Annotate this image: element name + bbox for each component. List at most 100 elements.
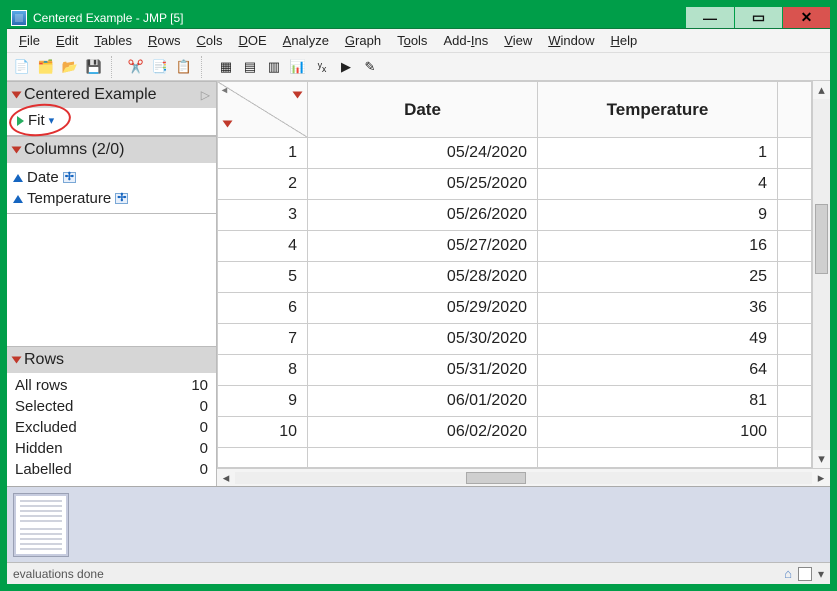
scroll-track[interactable] bbox=[813, 99, 830, 450]
scroll-right-icon[interactable]: ▸ bbox=[812, 470, 830, 486]
menu-addins[interactable]: Add-Ins bbox=[437, 31, 494, 50]
columns-header[interactable]: Columns (2/0) bbox=[7, 137, 216, 163]
rows-labelled[interactable]: Labelled0 bbox=[13, 459, 210, 480]
table-row[interactable]: 205/25/20204 bbox=[218, 169, 812, 200]
scroll-thumb[interactable] bbox=[466, 472, 526, 484]
row-number[interactable]: 7 bbox=[218, 324, 308, 355]
column-property-icon[interactable]: ✢ bbox=[63, 172, 76, 183]
cell-date[interactable]: 05/25/2020 bbox=[308, 169, 538, 200]
cell-temperature[interactable]: 64 bbox=[538, 355, 778, 386]
status-toggle-button[interactable] bbox=[798, 567, 812, 581]
cell-date[interactable]: 05/28/2020 bbox=[308, 262, 538, 293]
tool-open-icon[interactable]: 📂 bbox=[59, 56, 81, 78]
tool-copy-icon[interactable]: 📑 bbox=[149, 56, 171, 78]
close-button[interactable]: ✕ bbox=[782, 7, 830, 28]
table-row[interactable]: 105/24/20201 bbox=[218, 138, 812, 169]
tool-edit-icon[interactable]: ✎ bbox=[359, 56, 381, 78]
cell-temperature[interactable]: 36 bbox=[538, 293, 778, 324]
menu-help[interactable]: Help bbox=[604, 31, 643, 50]
vertical-scrollbar[interactable]: ▴ ▾ bbox=[812, 81, 830, 468]
corner-hotspot-icon[interactable] bbox=[294, 85, 301, 105]
tool-save-icon[interactable]: 💾 bbox=[83, 56, 105, 78]
cell-date[interactable]: 05/27/2020 bbox=[308, 231, 538, 262]
menu-doe[interactable]: DOE bbox=[232, 31, 272, 50]
tool-paste-icon[interactable]: 📋 bbox=[173, 56, 195, 78]
column-item[interactable]: Date ✢ bbox=[13, 167, 210, 188]
cell-date[interactable]: 06/02/2020 bbox=[308, 417, 538, 448]
row-number[interactable]: 2 bbox=[218, 169, 308, 200]
tool-graph-builder-icon[interactable]: ▶ bbox=[335, 56, 357, 78]
tool-new-icon[interactable]: 📄 bbox=[11, 56, 33, 78]
scroll-left-icon[interactable]: ◂ bbox=[217, 470, 235, 486]
cell-temperature[interactable]: 49 bbox=[538, 324, 778, 355]
row-number[interactable]: 5 bbox=[218, 262, 308, 293]
data-grid[interactable]: ◂ Date Temperature 105/24/2020120 bbox=[217, 81, 812, 468]
row-number[interactable]: 10 bbox=[218, 417, 308, 448]
col-header-date[interactable]: Date bbox=[308, 82, 538, 138]
corner-cols-icon[interactable]: ◂ bbox=[222, 85, 227, 96]
hotspot-icon[interactable] bbox=[12, 92, 22, 99]
cell-date[interactable]: 06/01/2020 bbox=[308, 386, 538, 417]
table-row[interactable]: 605/29/202036 bbox=[218, 293, 812, 324]
rows-header[interactable]: Rows bbox=[7, 347, 216, 373]
row-number[interactable]: 4 bbox=[218, 231, 308, 262]
cell-temperature[interactable]: 81 bbox=[538, 386, 778, 417]
cell-temperature[interactable]: 16 bbox=[538, 231, 778, 262]
rows-excluded[interactable]: Excluded0 bbox=[13, 417, 210, 438]
tool-grid-icon[interactable]: ▥ bbox=[263, 56, 285, 78]
cell-temperature[interactable]: 25 bbox=[538, 262, 778, 293]
panel-expand-icon[interactable]: ▷ bbox=[201, 88, 210, 102]
menu-tools[interactable]: Tools bbox=[391, 31, 433, 50]
cell-temperature[interactable]: 4 bbox=[538, 169, 778, 200]
scroll-thumb[interactable] bbox=[815, 204, 828, 274]
table-row[interactable]: 305/26/20209 bbox=[218, 200, 812, 231]
row-number[interactable]: 3 bbox=[218, 200, 308, 231]
hotspot-icon[interactable] bbox=[12, 357, 22, 364]
cell-temperature[interactable]: 100 bbox=[538, 417, 778, 448]
tool-table-icon[interactable]: ▦ bbox=[215, 56, 237, 78]
menu-file[interactable]: File bbox=[13, 31, 46, 50]
menu-rows[interactable]: Rows bbox=[142, 31, 187, 50]
row-number[interactable]: 1 bbox=[218, 138, 308, 169]
scroll-track[interactable] bbox=[235, 472, 812, 484]
report-thumbnail[interactable] bbox=[13, 493, 69, 557]
table-row[interactable]: 1006/02/2020100 bbox=[218, 417, 812, 448]
tool-fit-yx-icon[interactable]: ʸₓ bbox=[311, 56, 333, 78]
table-row[interactable]: 906/01/202081 bbox=[218, 386, 812, 417]
scroll-down-icon[interactable]: ▾ bbox=[813, 450, 830, 468]
run-script-icon[interactable] bbox=[17, 116, 24, 126]
row-number[interactable]: 6 bbox=[218, 293, 308, 324]
rows-hidden[interactable]: Hidden0 bbox=[13, 438, 210, 459]
maximize-button[interactable]: ▭ bbox=[734, 7, 782, 28]
table-row[interactable]: 805/31/202064 bbox=[218, 355, 812, 386]
menu-tables[interactable]: Tables bbox=[88, 31, 138, 50]
menu-edit[interactable]: Edit bbox=[50, 31, 84, 50]
menu-analyze[interactable]: Analyze bbox=[277, 31, 335, 50]
horizontal-scrollbar[interactable]: ◂ ▸ bbox=[217, 468, 830, 486]
column-property-icon[interactable]: ✢ bbox=[115, 193, 128, 204]
cell-date[interactable]: 05/24/2020 bbox=[308, 138, 538, 169]
menu-window[interactable]: Window bbox=[542, 31, 600, 50]
menu-graph[interactable]: Graph bbox=[339, 31, 387, 50]
tool-summary-icon[interactable]: ▤ bbox=[239, 56, 261, 78]
row-number[interactable]: 8 bbox=[218, 355, 308, 386]
title-bar[interactable]: Centered Example - JMP [5] — ▭ ✕ bbox=[7, 7, 830, 28]
table-name-header[interactable]: Centered Example ▷ bbox=[7, 82, 216, 108]
menu-view[interactable]: View bbox=[498, 31, 538, 50]
table-row[interactable]: 705/30/202049 bbox=[218, 324, 812, 355]
cell-date[interactable]: 05/29/2020 bbox=[308, 293, 538, 324]
home-icon[interactable]: ⌂ bbox=[784, 566, 792, 581]
hotspot-icon[interactable] bbox=[12, 147, 22, 154]
grid-corner[interactable]: ◂ bbox=[218, 82, 308, 138]
tool-distribution-icon[interactable]: 📊 bbox=[287, 56, 309, 78]
row-number[interactable]: 9 bbox=[218, 386, 308, 417]
menu-cols[interactable]: Cols bbox=[190, 31, 228, 50]
cell-temperature[interactable]: 9 bbox=[538, 200, 778, 231]
cell-temperature[interactable]: 1 bbox=[538, 138, 778, 169]
rows-all[interactable]: All rows10 bbox=[13, 375, 210, 396]
cell-date[interactable]: 05/30/2020 bbox=[308, 324, 538, 355]
cell-date[interactable]: 05/26/2020 bbox=[308, 200, 538, 231]
col-header-temperature[interactable]: Temperature bbox=[538, 82, 778, 138]
tool-cut-icon[interactable]: ✂️ bbox=[125, 56, 147, 78]
scroll-up-icon[interactable]: ▴ bbox=[813, 81, 830, 99]
